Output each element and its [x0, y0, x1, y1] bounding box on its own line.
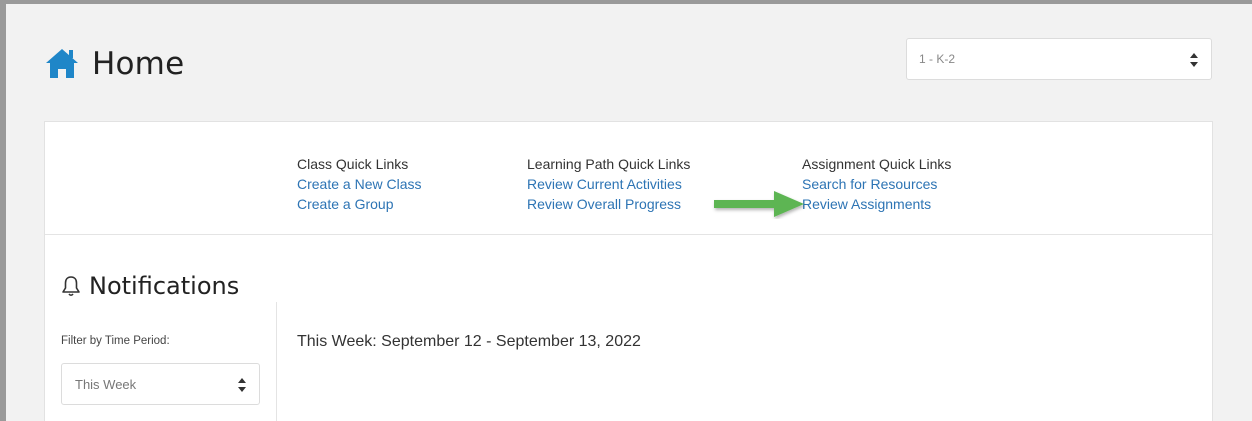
- green-arrow-annotation-icon: [714, 191, 804, 217]
- class-quick-links-title: Class Quick Links: [297, 156, 409, 172]
- page-title: Home: [92, 46, 185, 82]
- week-heading: This Week: September 12 - September 13, …: [297, 333, 641, 350]
- home-icon: [46, 49, 78, 78]
- time-period-select-value: This Week: [75, 376, 137, 392]
- dashboard-card: Class Quick Links Create a New Class Cre…: [44, 121, 1213, 421]
- review-overall-progress-link[interactable]: Review Overall Progress: [527, 194, 690, 214]
- review-assignments-link[interactable]: Review Assignments: [802, 194, 951, 214]
- create-new-class-link[interactable]: Create a New Class: [297, 174, 422, 194]
- notifications-heading: Notifications: [61, 272, 239, 300]
- page-header: Home: [44, 40, 184, 88]
- class-select-value: 1 - K-2: [919, 52, 956, 66]
- sidebar-divider: [276, 302, 277, 421]
- bell-icon: [62, 276, 80, 297]
- page: Home 1 - K-2 Class Quick Links Create a …: [6, 4, 1252, 421]
- quick-links-panel: Class Quick Links Create a New Class Cre…: [45, 122, 1212, 235]
- create-group-link[interactable]: Create a Group: [297, 194, 422, 214]
- assignment-quick-links: Assignment Quick Links Search for Resour…: [802, 154, 951, 214]
- filter-label: Filter by Time Period:: [61, 335, 170, 347]
- assignment-quick-links-title: Assignment Quick Links: [802, 156, 952, 172]
- class-quick-links: Class Quick Links Create a New Class Cre…: [297, 154, 422, 214]
- learning-path-quick-links: Learning Path Quick Links Review Current…: [527, 154, 690, 214]
- review-current-activities-link[interactable]: Review Current Activities: [527, 174, 690, 194]
- learning-path-quick-links-title: Learning Path Quick Links: [527, 156, 691, 172]
- search-resources-link[interactable]: Search for Resources: [802, 174, 951, 194]
- sort-icon: [238, 378, 246, 392]
- time-period-select[interactable]: This Week: [61, 363, 260, 405]
- notifications-title: Notifications: [89, 272, 240, 300]
- class-select[interactable]: 1 - K-2: [906, 38, 1212, 80]
- sort-icon: [1190, 53, 1198, 67]
